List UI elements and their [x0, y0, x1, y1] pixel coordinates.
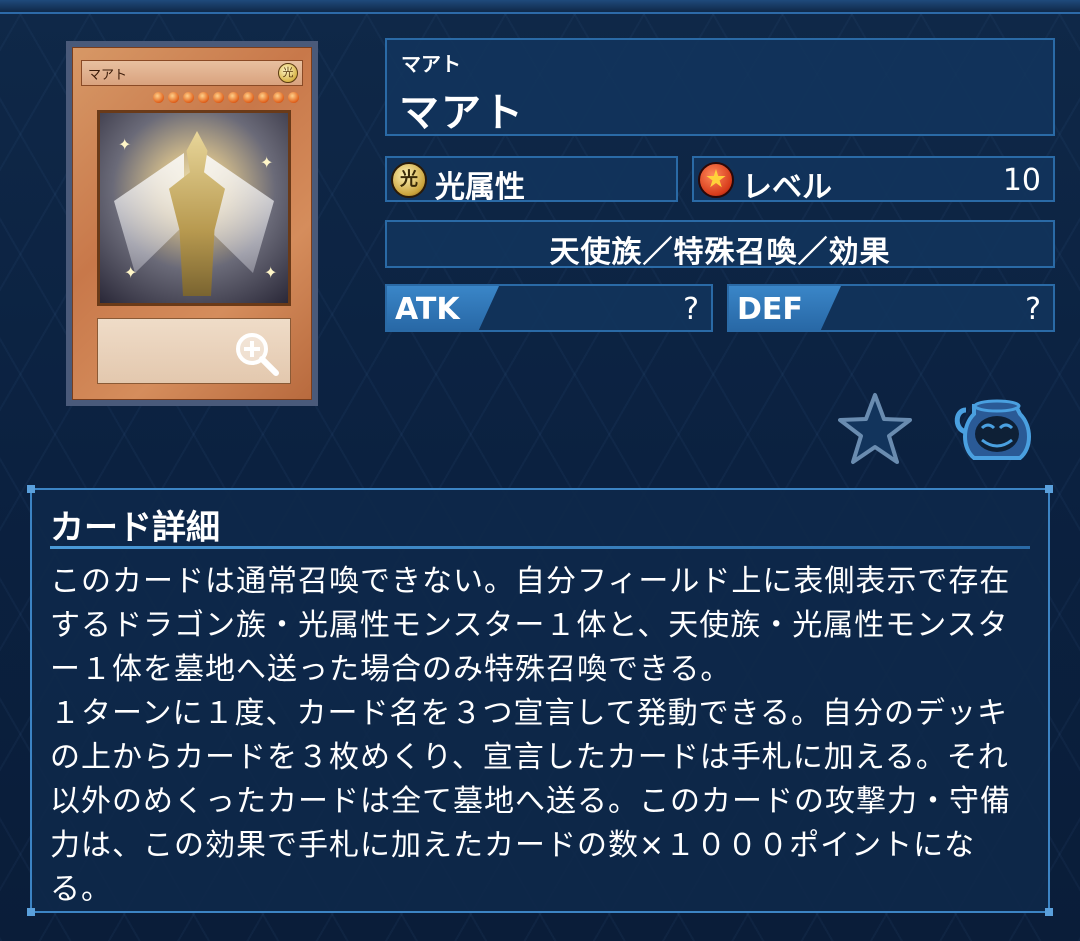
attribute-panel: 光 光属性 — [385, 156, 678, 205]
level-value: 10 — [1002, 163, 1041, 198]
card-name-ruby: マアト — [401, 52, 461, 76]
bottom-cutoff-row — [360, 928, 720, 941]
level-star-icon — [698, 162, 734, 198]
detail-divider — [50, 546, 1030, 549]
card-level-star — [213, 92, 224, 103]
card-artwork: ✦ ✦ ✦ ✦ — [97, 110, 291, 306]
light-attribute-icon: 光 — [391, 162, 427, 198]
pot-of-greed-icon[interactable] — [952, 392, 1038, 466]
card-name-bar: マアト 光 — [81, 60, 303, 86]
card-text-box — [97, 318, 291, 384]
level-label: レベル — [742, 170, 832, 205]
card-name-panel: マアト マアト — [385, 38, 1055, 136]
card-name: マアト — [399, 90, 525, 136]
card-level-star — [243, 92, 254, 103]
monster-type-line: 天使族／特殊召喚／効果 — [549, 235, 891, 270]
card-image-name: マアト — [88, 68, 128, 83]
card-level-star — [168, 92, 179, 103]
sparkle-icon: ✦ — [124, 263, 138, 282]
sparkle-icon: ✦ — [264, 263, 278, 282]
sparkle-icon: ✦ — [118, 135, 132, 154]
card-level-star — [198, 92, 209, 103]
sparkle-icon: ✦ — [260, 153, 274, 172]
card-level-star — [288, 92, 299, 103]
zoom-icon[interactable] — [232, 329, 280, 377]
type-panel: 天使族／特殊召喚／効果 — [385, 220, 1055, 270]
card-detail-panel: カード詳細 このカードは通常召喚できない。自分フィールド上に表側表示で存在するド… — [27, 485, 1053, 916]
card-face: マアト 光 ✦ ✦ ✦ ✦ — [72, 47, 312, 400]
card-level-stars — [133, 92, 299, 106]
atk-panel: ATK ? — [385, 284, 713, 332]
card-level-star — [183, 92, 194, 103]
star-icon[interactable] — [838, 392, 912, 466]
top-frame-strip — [0, 0, 1080, 14]
def-value: ? — [1025, 292, 1041, 327]
detail-title: カード詳細 — [50, 508, 220, 548]
def-panel: DEF ? — [727, 284, 1055, 332]
card-level-star — [153, 92, 164, 103]
card-level-star — [273, 92, 284, 103]
card-attribute-icon: 光 — [278, 63, 298, 83]
attribute-label: 光属性 — [435, 170, 525, 205]
level-panel: レベル 10 — [692, 156, 1055, 205]
atk-value: ? — [683, 292, 699, 327]
atk-label: ATK — [395, 292, 460, 327]
card-level-star — [228, 92, 239, 103]
art-wing-left — [114, 153, 184, 273]
card-image[interactable]: マアト 光 ✦ ✦ ✦ ✦ — [66, 41, 318, 406]
card-level-star — [258, 92, 269, 103]
def-label: DEF — [737, 292, 803, 327]
card-effect-text: このカードは通常召喚できない。自分フィールド上に表側表示で存在するドラゴン族・光… — [50, 564, 1011, 907]
